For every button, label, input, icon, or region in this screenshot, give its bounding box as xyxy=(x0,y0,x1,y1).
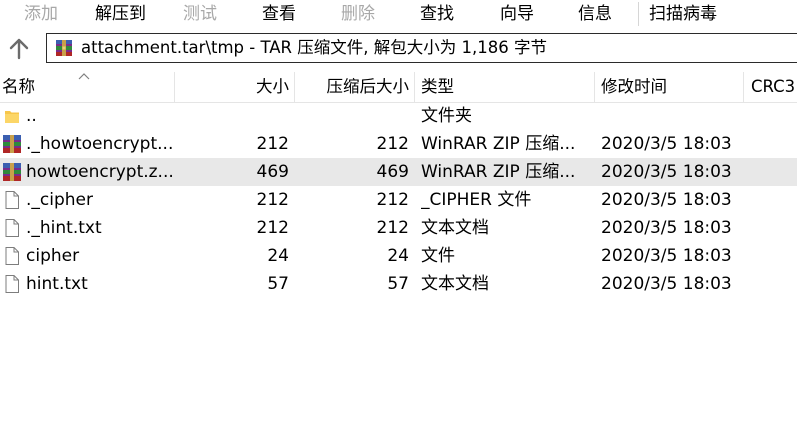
file-row[interactable]: ._cipher 212 212 _CIPHER 文件 2020/3/5 18:… xyxy=(0,186,797,214)
file-type: 文本文档 xyxy=(421,218,489,238)
extract-to-button[interactable]: 解压到 xyxy=(95,3,146,25)
file-type: _CIPHER 文件 xyxy=(421,190,532,210)
address-bar[interactable]: attachment.tar\tmp - TAR 压缩文件, 解包大小为 1,1… xyxy=(46,33,797,63)
file-row[interactable]: cipher 24 24 文件 2020/3/5 18:03 xyxy=(0,242,797,270)
find-button[interactable]: 查找 xyxy=(420,3,454,25)
toolbar-separator xyxy=(638,2,639,26)
wizard-button[interactable]: 向导 xyxy=(500,3,534,25)
file-icon xyxy=(5,191,19,209)
column-divider[interactable] xyxy=(294,72,295,102)
file-size: 57 xyxy=(267,274,289,294)
file-size: 212 xyxy=(256,218,289,238)
file-type: 文件夹 xyxy=(421,106,472,126)
file-type: WinRAR ZIP 压缩... xyxy=(421,134,576,154)
file-modified: 2020/3/5 18:03 xyxy=(601,190,732,210)
virus-scan-button[interactable]: 扫描病毒 xyxy=(649,3,717,25)
winrar-archive-icon xyxy=(3,163,21,181)
file-name: howtoencrypt.z... xyxy=(26,162,174,182)
file-modified: 2020/3/5 18:03 xyxy=(601,162,732,182)
column-crc[interactable]: CRC3 xyxy=(751,72,797,102)
file-name: cipher xyxy=(26,246,80,266)
file-name: ._hint.txt xyxy=(26,218,102,238)
arrow-up-icon xyxy=(9,38,29,60)
file-packed-size: 212 xyxy=(376,190,409,210)
view-button[interactable]: 查看 xyxy=(262,3,296,25)
address-row: attachment.tar\tmp - TAR 压缩文件, 解包大小为 1,1… xyxy=(0,30,797,68)
file-type: WinRAR ZIP 压缩... xyxy=(421,162,576,182)
file-type: 文件 xyxy=(421,246,455,266)
info-button[interactable]: 信息 xyxy=(578,3,612,25)
file-icon xyxy=(5,275,19,293)
file-size: 212 xyxy=(256,134,289,154)
column-header: 名称 大小 压缩后大小 类型 修改时间 CRC3 xyxy=(0,72,797,103)
file-list: .. 文件夹 ._howtoencrypt.... 212 212 WinRAR… xyxy=(0,102,797,298)
add-button[interactable]: 添加 xyxy=(24,3,58,25)
column-packed-size[interactable]: 压缩后大小 xyxy=(296,72,410,102)
file-modified: 2020/3/5 18:03 xyxy=(601,246,732,266)
file-packed-size: 469 xyxy=(376,162,409,182)
winrar-archive-icon xyxy=(3,135,21,153)
file-packed-size: 212 xyxy=(376,218,409,238)
file-size: 212 xyxy=(256,190,289,210)
file-row[interactable]: ._howtoencrypt.... 212 212 WinRAR ZIP 压缩… xyxy=(0,130,797,158)
file-name: ._cipher xyxy=(26,190,93,210)
file-name: hint.txt xyxy=(26,274,88,294)
file-packed-size: 57 xyxy=(387,274,409,294)
file-name: .. xyxy=(26,106,37,126)
test-button[interactable]: 测试 xyxy=(183,3,217,25)
column-type[interactable]: 类型 xyxy=(421,72,591,102)
file-modified: 2020/3/5 18:03 xyxy=(601,274,732,294)
delete-button[interactable]: 删除 xyxy=(341,3,375,25)
file-size: 24 xyxy=(267,246,289,266)
column-size[interactable]: 大小 xyxy=(176,72,289,102)
file-modified xyxy=(601,102,741,130)
column-divider[interactable] xyxy=(414,72,415,102)
column-modified[interactable]: 修改时间 xyxy=(601,72,741,102)
file-packed-size: 24 xyxy=(387,246,409,266)
file-icon xyxy=(5,219,19,237)
winrar-archive-icon xyxy=(56,40,72,56)
column-name[interactable]: 名称 xyxy=(2,72,172,102)
column-divider[interactable] xyxy=(594,72,595,102)
file-size: 469 xyxy=(256,162,289,182)
file-row[interactable]: .. 文件夹 xyxy=(0,102,797,130)
file-name: ._howtoencrypt.... xyxy=(26,134,174,154)
file-row[interactable]: howtoencrypt.z... 469 469 WinRAR ZIP 压缩.… xyxy=(0,158,797,186)
address-text: attachment.tar\tmp - TAR 压缩文件, 解包大小为 1,1… xyxy=(81,38,547,57)
up-folder-button[interactable] xyxy=(6,36,32,62)
file-packed-size xyxy=(296,102,409,130)
file-row[interactable]: hint.txt 57 57 文本文档 2020/3/5 18:03 xyxy=(0,270,797,298)
folder-icon xyxy=(5,111,19,123)
file-modified: 2020/3/5 18:03 xyxy=(601,134,732,154)
column-divider[interactable] xyxy=(743,72,744,102)
file-icon xyxy=(5,247,19,265)
file-packed-size: 212 xyxy=(376,134,409,154)
file-type: 文本文档 xyxy=(421,274,489,294)
file-modified: 2020/3/5 18:03 xyxy=(601,218,732,238)
toolbar: 添加 解压到 测试 查看 删除 查找 向导 信息 扫描病毒 xyxy=(0,0,797,30)
file-size xyxy=(176,102,289,130)
column-divider[interactable] xyxy=(174,72,175,102)
file-row[interactable]: ._hint.txt 212 212 文本文档 2020/3/5 18:03 xyxy=(0,214,797,242)
